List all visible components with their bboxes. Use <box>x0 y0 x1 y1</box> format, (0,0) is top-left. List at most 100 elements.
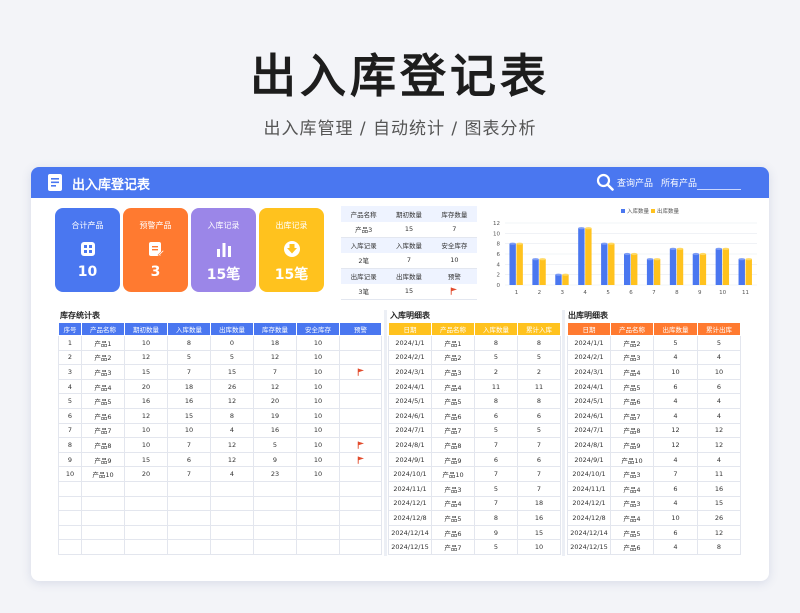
column-header[interactable]: 日期 <box>388 322 432 336</box>
table-cell: 8 <box>474 335 518 351</box>
column-header[interactable]: 出库数量 <box>653 322 698 336</box>
legend-swatch <box>621 209 625 213</box>
table-cell <box>81 495 125 512</box>
bar-cap <box>738 258 745 261</box>
table-cell: 15 <box>517 524 561 541</box>
column-header[interactable]: 产品名称 <box>431 322 475 336</box>
table-cell: 产品4 <box>610 364 654 380</box>
table-cell: 2024/10/1 <box>388 466 432 482</box>
column-header[interactable]: 预警 <box>339 322 382 336</box>
table-cell: 18 <box>517 495 561 512</box>
table-cell: 16 <box>253 422 297 439</box>
column-header[interactable]: 期初数量 <box>124 322 168 336</box>
table-cell: 2024/1/1 <box>388 335 432 351</box>
x-tick-label: 9 <box>698 290 702 296</box>
hero-subtitle: 出入库管理 / 自动统计 / 图表分析 <box>263 119 537 139</box>
inventory-table: 序号 产品名称 期初数量 入库数量 出库数量 库存数量 安全库存 预警 1 产品1 10 8 0 18 1… <box>58 322 382 555</box>
table-row: 6 产品6 12 15 8 19 10 <box>58 407 382 424</box>
column-header[interactable]: 产品名称 <box>81 322 125 336</box>
column-header[interactable]: 库存数量 <box>253 322 297 336</box>
table-cell: 1 <box>58 335 82 351</box>
table-cell: 11 <box>517 378 561 395</box>
table-cell: 10 <box>296 422 340 439</box>
table-cell: 6 <box>517 407 561 424</box>
table-row: 2 产品2 12 5 5 12 10 <box>58 349 382 366</box>
bar <box>722 248 730 285</box>
bar-cap <box>699 252 707 256</box>
table-cell <box>58 495 82 512</box>
table-cell: 2024/3/1 <box>388 364 432 380</box>
table-cell: 2024/8/1 <box>567 437 611 453</box>
summary-cell: 出库数量 <box>386 268 432 284</box>
product-filter-input[interactable] <box>697 189 741 190</box>
table-cell: 15 <box>210 364 254 380</box>
x-tick-label: 11 <box>742 290 749 296</box>
warning-flag-icon <box>357 368 364 376</box>
table-cell: 10 <box>697 364 741 380</box>
table-cell: 15 <box>697 495 741 512</box>
table-cell: 7 <box>517 437 561 453</box>
table-row <box>58 495 382 512</box>
bar <box>539 259 546 285</box>
search-icon[interactable] <box>596 173 614 191</box>
bar-cap <box>646 258 654 261</box>
table-cell: 5 <box>58 393 82 409</box>
table-cell: 2 <box>474 364 518 380</box>
table-cell <box>253 510 297 526</box>
table-cell <box>58 539 82 555</box>
table-row <box>58 480 382 497</box>
column-header[interactable]: 入库数量 <box>167 322 211 336</box>
table-cell: 10 <box>653 364 698 380</box>
summary-cell: 3笔 <box>341 283 387 300</box>
summary-header-row: 出库记录 出库数量 预警 <box>341 268 477 284</box>
table-row: 2024/6/1 产品6 6 6 <box>388 407 561 424</box>
table-row: 2024/2/1 产品3 4 4 <box>567 349 741 366</box>
table-row: 7 产品7 10 10 4 16 10 <box>58 422 382 439</box>
table-row: 2024/3/1 产品4 10 10 <box>567 364 741 380</box>
table-cell: 2 <box>58 349 82 366</box>
table-cell: 2024/5/1 <box>388 393 432 409</box>
y-tick-label: 0 <box>497 283 501 289</box>
column-header[interactable]: 安全库存 <box>296 322 340 336</box>
warning-flag-icon <box>451 287 458 295</box>
table-row: 3 产品3 15 7 15 7 10 <box>58 364 382 380</box>
table-cell: 2024/4/1 <box>388 378 432 395</box>
bar <box>532 259 539 285</box>
table-cell <box>339 364 382 380</box>
table-cell: 5 <box>253 437 297 453</box>
table-cell <box>339 466 382 482</box>
table-cell: 12 <box>697 524 741 541</box>
table-row: 2024/12/1 产品4 7 18 <box>388 495 561 512</box>
bar-cap <box>715 247 723 250</box>
column-header[interactable]: 入库数量 <box>474 322 518 336</box>
table-cell: 5 <box>474 539 518 555</box>
table-cell: 7 <box>517 480 561 497</box>
column-header[interactable]: 日期 <box>567 322 611 336</box>
table-header-row: 日期 产品名称 出库数量 累计出库 <box>567 322 741 336</box>
x-tick-label: 6 <box>629 290 633 296</box>
table-cell <box>210 480 254 497</box>
table-row: 2024/12/8 产品4 10 26 <box>567 510 741 526</box>
table-row: 2024/4/1 产品4 11 11 <box>388 378 561 395</box>
column-header[interactable]: 累计出库 <box>697 322 741 336</box>
table-row <box>58 524 382 541</box>
table-row: 2024/8/1 产品8 7 7 <box>388 437 561 453</box>
column-header[interactable]: 出库数量 <box>210 322 254 336</box>
column-header[interactable]: 产品名称 <box>610 322 654 336</box>
table-cell: 4 <box>697 451 741 468</box>
tile-label: 入库记录 <box>207 221 240 230</box>
table-cell: 6 <box>653 480 698 497</box>
column-header[interactable]: 累计入库 <box>517 322 561 336</box>
table-cell: 15 <box>124 451 168 468</box>
bar <box>669 248 677 285</box>
table-cell: 2024/2/1 <box>388 349 432 366</box>
search-product-button[interactable]: 查询产品 <box>617 176 653 189</box>
table-cell: 2024/9/1 <box>567 451 611 468</box>
table-cell: 16 <box>167 393 211 409</box>
column-header[interactable]: 序号 <box>58 322 82 336</box>
table-cell: 6 <box>167 451 211 468</box>
table-cell: 3 <box>58 364 82 380</box>
table-cell: 2024/12/8 <box>567 510 611 526</box>
y-tick-label: 8 <box>497 242 501 248</box>
table-cell <box>81 480 125 497</box>
